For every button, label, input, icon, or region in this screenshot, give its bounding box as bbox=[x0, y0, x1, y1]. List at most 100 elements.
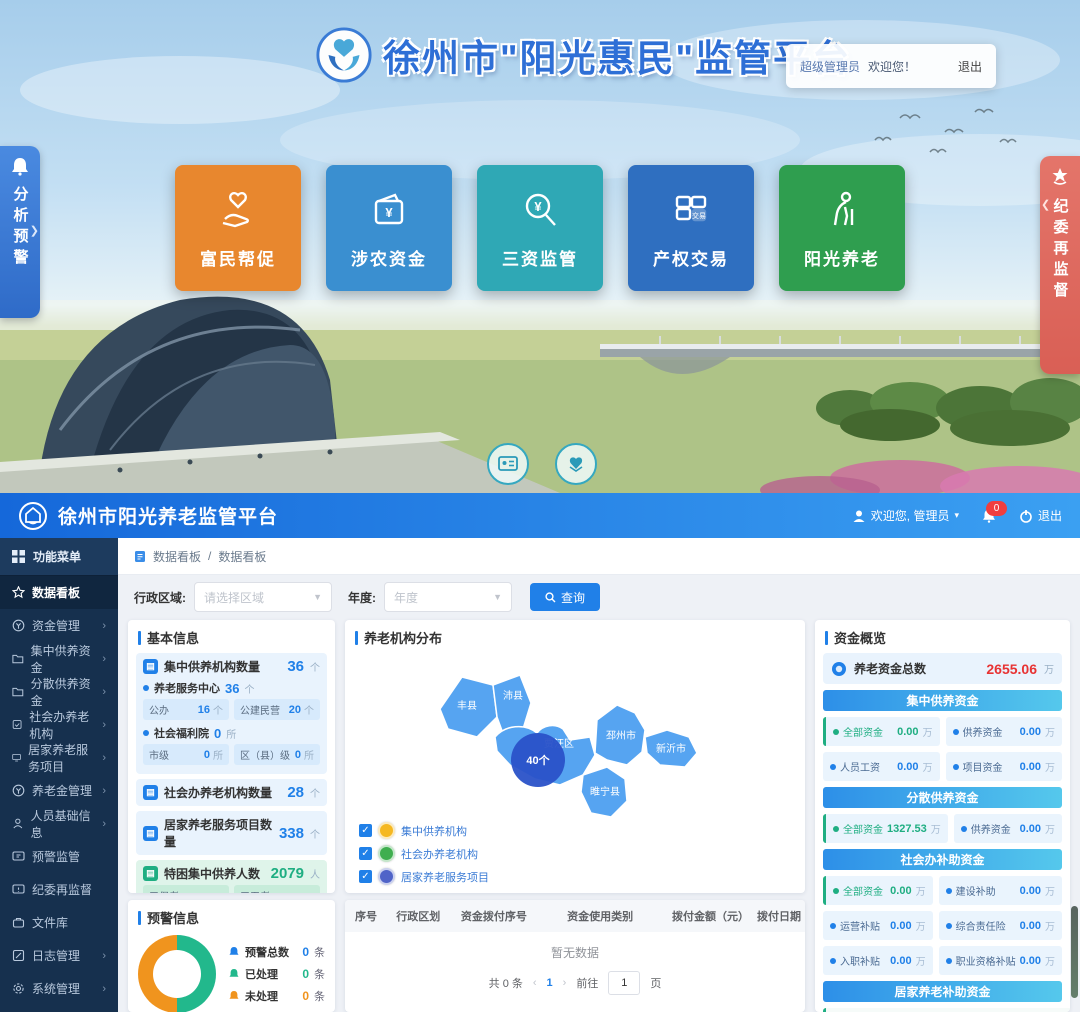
module-label: 三资监管 bbox=[502, 245, 578, 270]
sidebar-item-label: 资金管理 bbox=[32, 617, 80, 634]
sidebar-item-label: 人员基础信息 bbox=[31, 807, 96, 841]
module-fumin-bangcu[interactable]: 富民帮促 bbox=[175, 165, 301, 291]
sidebar-item-file-library[interactable]: 文件库 bbox=[0, 906, 118, 939]
notifications-button[interactable]: 0 bbox=[981, 508, 997, 524]
stat-row-homecare-projects: ▤ 居家养老服务项目数量 338个 bbox=[136, 811, 327, 855]
current-page[interactable]: 1 bbox=[547, 977, 553, 989]
checkbox-checked-icon[interactable]: ✓ bbox=[359, 847, 372, 860]
landing-header: 徐州市"阳光惠民"监管平台 bbox=[315, 26, 851, 84]
legend-homecare[interactable]: ✓ 居家养老服务项目 bbox=[359, 868, 489, 885]
user-role: 超级管理员 bbox=[800, 58, 860, 75]
funds-section-header: 集中供养资金 bbox=[823, 690, 1062, 711]
user-icon bbox=[852, 509, 866, 523]
module-sanzi-jianguan[interactable]: ¥ 三资监管 bbox=[477, 165, 603, 291]
cluster-count-label: 40个 bbox=[526, 753, 550, 767]
chevron-down-icon: ▾ bbox=[954, 510, 959, 521]
user-menu[interactable]: 欢迎您, 管理员 ▾ bbox=[852, 507, 959, 524]
bell-icon bbox=[228, 946, 240, 958]
sidebar-item-label: 居家养老服务项目 bbox=[28, 741, 95, 775]
doc-badge-icon: ▤ bbox=[143, 826, 158, 841]
logout-label: 退出 bbox=[1038, 507, 1062, 524]
discipline-supervision-tab[interactable]: 纪委再监督 ❮ bbox=[1040, 156, 1080, 374]
id-card-icon[interactable] bbox=[487, 443, 529, 485]
sidebar: 功能菜单 数据看板 资金管理› 集中供养资金› 分散供养资金› 社会办养老机构›… bbox=[0, 538, 118, 1012]
gear-icon bbox=[12, 982, 25, 995]
funds-overview-panel: 资金概览 养老资金总数 2655.06 万 集中供养资金 全部资金0.00万 供… bbox=[815, 620, 1070, 1012]
warning-donut-chart bbox=[138, 935, 216, 1012]
doc-badge-icon: ▤ bbox=[143, 659, 158, 674]
legend-social[interactable]: ✓ 社会办养老机构 bbox=[359, 845, 489, 862]
module-label: 涉农资金 bbox=[351, 245, 427, 270]
chevron-right-icon: ❯ bbox=[30, 224, 39, 237]
logout-button[interactable]: 退出 bbox=[1019, 507, 1062, 524]
sidebar-item-label: 社会办养老机构 bbox=[29, 708, 95, 742]
module-yangguang-yanglao[interactable]: 阳光养老 bbox=[779, 165, 905, 291]
heart-hand-icon bbox=[215, 187, 261, 233]
heart-care-icon[interactable] bbox=[555, 443, 597, 485]
sidebar-item-system-management[interactable]: 系统管理› bbox=[0, 972, 118, 1005]
sidebar-item-home-care-projects[interactable]: 居家养老服务项目› bbox=[0, 741, 118, 774]
stat-block-centralized-persons: ▤ 特困集中供养人数 2079人 五保老人103人 三无老人1976人 bbox=[136, 860, 327, 893]
sidebar-item-label: 集中供养资金 bbox=[31, 642, 96, 676]
fund-cell: 供养资金0.00万 bbox=[946, 717, 1063, 746]
chevron-right-icon: › bbox=[102, 785, 106, 797]
folder-icon bbox=[12, 652, 24, 665]
svg-text:交易: 交易 bbox=[692, 211, 706, 220]
dashboard-header: 徐州市阳光养老监管平台 欢迎您, 管理员 ▾ 0 退出 bbox=[0, 493, 1080, 538]
col-header: 拨付日期 bbox=[753, 900, 805, 932]
sidebar-item-decentralized-funds[interactable]: 分散供养资金 › bbox=[0, 675, 118, 708]
chevron-right-icon: › bbox=[102, 719, 106, 731]
logout-link[interactable]: 退出 bbox=[958, 58, 982, 75]
xuzhou-district-map[interactable]: 丰县 沛县 贾汪区 邳州市 新沂市 睢宁县 40个 bbox=[345, 647, 805, 847]
scrollbar-thumb[interactable] bbox=[1071, 906, 1078, 998]
sidebar-item-label: 养老金管理 bbox=[32, 782, 92, 799]
payment-table-panel: 序号 行政区划 资金拨付序号 资金使用类别 拨付金额（元） 拨付日期 暂无数据 … bbox=[345, 900, 805, 1012]
sidebar-item-centralized-funds[interactable]: 集中供养资金› bbox=[0, 642, 118, 675]
chevron-right-icon: › bbox=[102, 686, 106, 698]
module-shenong-zijin[interactable]: ¥ 涉农资金 bbox=[326, 165, 452, 291]
monitor-icon bbox=[12, 751, 21, 764]
next-page-icon[interactable]: › bbox=[563, 977, 567, 989]
region-select[interactable]: 请选择区域 ▼ bbox=[194, 582, 332, 612]
sidebar-item-discipline-supervision[interactable]: 纪委再监督 bbox=[0, 873, 118, 906]
sidebar-item-pension-management[interactable]: 养老金管理 › bbox=[0, 774, 118, 807]
platform-logo-icon bbox=[315, 26, 373, 84]
sidebar-item-fund-management[interactable]: 资金管理› bbox=[0, 609, 118, 642]
fund-cell: 全部资金1327.53万 bbox=[823, 814, 948, 843]
checkbox-checked-icon[interactable]: ✓ bbox=[359, 824, 372, 837]
breadcrumb-current: 数据看板 bbox=[218, 548, 266, 565]
marker-icon bbox=[378, 868, 395, 885]
breadcrumb: 数据看板 / 数据看板 bbox=[118, 538, 1080, 575]
chevron-left-icon: ❮ bbox=[1041, 198, 1050, 211]
total-count: 共 0 条 bbox=[489, 975, 523, 991]
doc-check-icon bbox=[12, 718, 22, 731]
search-button[interactable]: 查询 bbox=[530, 583, 600, 611]
year-select[interactable]: 年度 ▼ bbox=[384, 582, 512, 612]
funds-section-header: 分散供养资金 bbox=[823, 787, 1062, 808]
sidebar-item-personnel-info[interactable]: 人员基础信息› bbox=[0, 807, 118, 840]
sidebar-item-data-board[interactable]: 数据看板 bbox=[0, 576, 118, 609]
dashboard-title: 徐州市阳光养老监管平台 bbox=[58, 502, 278, 529]
fund-cell: 全部资金0.00万 bbox=[823, 717, 940, 746]
col-header: 序号 bbox=[345, 900, 392, 932]
sidebar-item-log-management[interactable]: 日志管理› bbox=[0, 939, 118, 972]
breadcrumb-root[interactable]: 数据看板 bbox=[153, 548, 201, 565]
legend-centralized[interactable]: ✓ 集中供养机构 bbox=[359, 822, 489, 839]
fund-cell: 职业资格补贴0.00万 bbox=[939, 946, 1062, 975]
page-unit-label: 页 bbox=[650, 975, 661, 991]
module-chanquan-jiaoyi[interactable]: 交易 产权交易 bbox=[628, 165, 754, 291]
discipline-supervision-label: 纪委再监督 bbox=[1050, 198, 1071, 303]
checkbox-checked-icon[interactable]: ✓ bbox=[359, 870, 372, 883]
sidebar-item-social-institutions[interactable]: 社会办养老机构 › bbox=[0, 708, 118, 741]
page-input[interactable] bbox=[608, 971, 640, 995]
stat-chip: 公办16个 bbox=[143, 699, 229, 720]
sidebar-item-label: 分散供养资金 bbox=[31, 675, 96, 709]
sidebar-item-warning-supervision[interactable]: 预警监管 bbox=[0, 840, 118, 873]
region-filter-label: 行政区域: bbox=[134, 589, 186, 606]
prev-page-icon[interactable]: ‹ bbox=[533, 977, 537, 989]
stat-block-centralized-institutions: ▤ 集中供养机构数量 36 个 养老服务中心 36个 公办16个 公建民营20个… bbox=[136, 653, 327, 774]
landing-section: 徐州市"阳光惠民"监管平台 超级管理员 欢迎您！ 退出 分析预警 ❯ 纪委再监督… bbox=[0, 0, 1080, 493]
analysis-warning-tab[interactable]: 分析预警 ❯ bbox=[0, 146, 40, 318]
bell-icon bbox=[228, 990, 240, 1002]
module-label: 富民帮促 bbox=[200, 245, 276, 270]
